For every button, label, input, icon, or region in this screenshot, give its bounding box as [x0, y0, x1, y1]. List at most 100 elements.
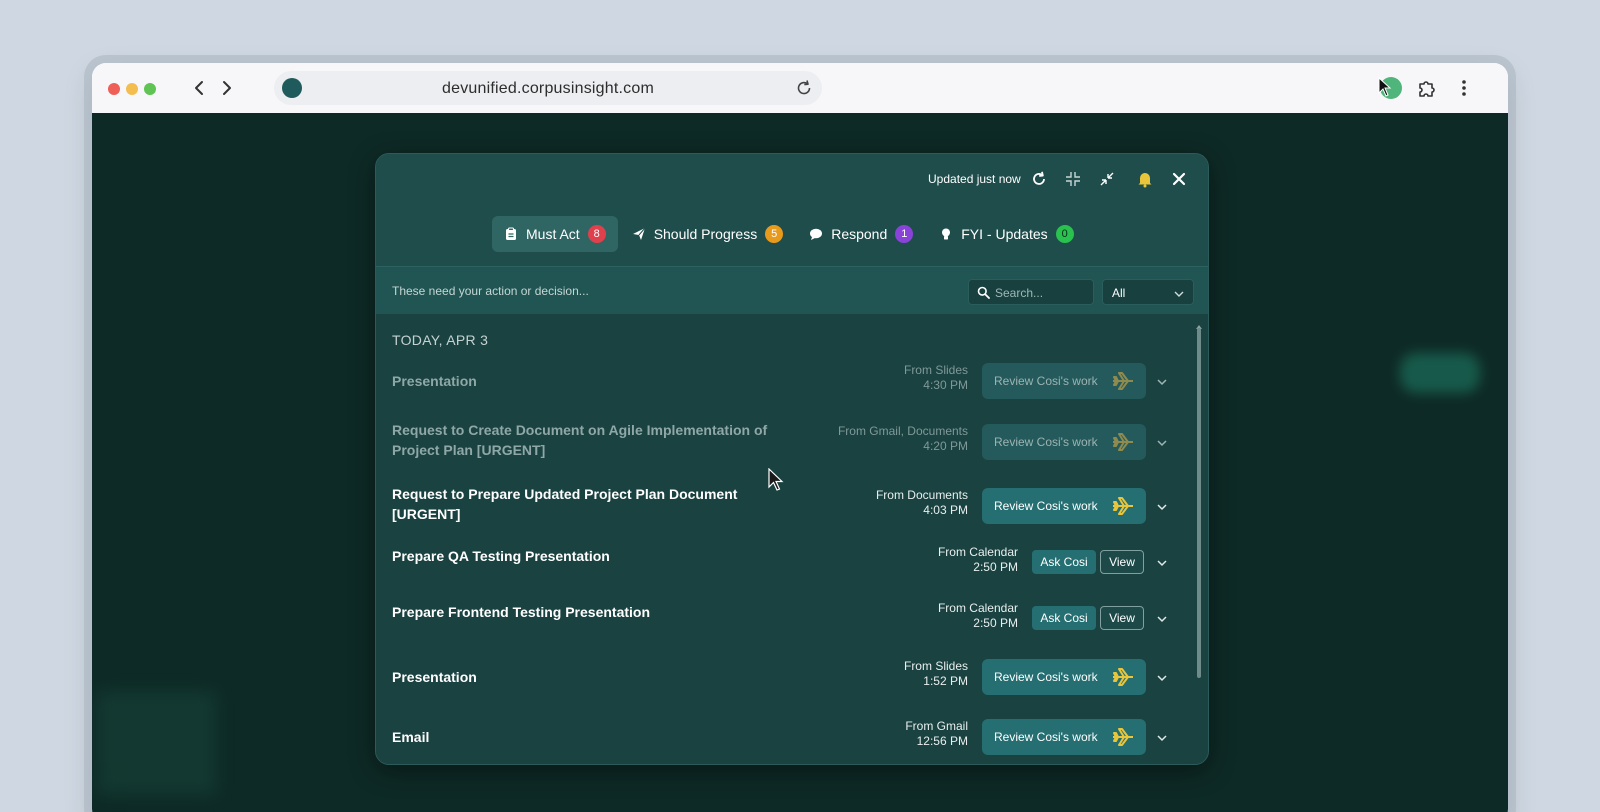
task-title: Email: [392, 729, 430, 745]
tab-label: FYI - Updates: [961, 226, 1048, 242]
chevron-down-icon[interactable]: [1156, 556, 1168, 568]
task-row[interactable]: Request to Create Document on Agile Impl…: [376, 414, 1196, 470]
category-tabs: Must Act 8 Should Progress 5 Respond 1 F…: [492, 216, 1086, 252]
task-time: 4:20 PM: [923, 439, 968, 453]
mouse-cursor-icon: [768, 467, 784, 492]
ask-cosi-button[interactable]: Ask Cosi: [1032, 606, 1096, 630]
chevron-down-icon[interactable]: [1156, 500, 1168, 512]
task-title: Request to Prepare Updated Project Plan …: [392, 486, 738, 522]
view-button[interactable]: View: [1100, 550, 1144, 574]
task-source: From Gmail: [905, 719, 968, 733]
task-meta: From Calendar 2:50 PM: [938, 601, 1018, 631]
chevron-down-icon: [1173, 287, 1185, 299]
button-label: Review Cosi's work: [994, 374, 1098, 388]
review-cosi-work-button[interactable]: Review Cosi's work: [982, 719, 1146, 755]
chevron-down-icon[interactable]: [1156, 671, 1168, 683]
scroll-up-arrow-icon[interactable]: [1196, 317, 1202, 329]
task-list[interactable]: TODAY, APR 3 Presentation From Slides 4:…: [376, 314, 1208, 764]
airplane-icon: [1112, 727, 1134, 747]
chevron-down-icon[interactable]: [1156, 731, 1168, 743]
airplane-icon: [1112, 371, 1134, 391]
search-icon: [977, 286, 990, 299]
task-row[interactable]: Presentation From Slides 4:30 PM Review …: [376, 358, 1196, 404]
airplane-icon: [1112, 496, 1134, 516]
task-row[interactable]: Email From Gmail 12:56 PM Review Cosi's …: [376, 714, 1196, 764]
task-time: 12:56 PM: [916, 734, 968, 748]
review-cosi-work-button[interactable]: Review Cosi's work: [982, 488, 1146, 524]
airplane-icon: [1112, 667, 1134, 687]
tab-label: Respond: [831, 226, 888, 242]
background-button-blurred: [1400, 353, 1480, 393]
task-source: From Calendar: [937, 545, 1018, 559]
task-row[interactable]: Presentation From Slides 1:52 PM Review …: [376, 654, 1196, 704]
task-row[interactable]: Prepare QA Testing Presentation From Cal…: [376, 540, 1196, 588]
task-title: Presentation: [392, 669, 477, 685]
review-cosi-work-button[interactable]: Review Cosi's work: [982, 659, 1146, 695]
task-meta: From Slides 4:30 PM: [904, 363, 968, 393]
browser-menu-icon[interactable]: [1452, 76, 1476, 100]
button-label: Review Cosi's work: [994, 435, 1098, 449]
paper-plane-icon: [632, 227, 646, 241]
task-title: Prepare QA Testing Presentation: [392, 548, 610, 564]
close-window-button[interactable]: [108, 83, 120, 95]
minimize-window-button[interactable]: [126, 83, 138, 95]
task-source: From Calendar: [937, 601, 1018, 615]
maximize-window-button[interactable]: [144, 83, 156, 95]
url-text[interactable]: devunified.corpusinsight.com: [274, 80, 822, 98]
compress-icon[interactable]: [1064, 170, 1082, 188]
chevron-down-icon[interactable]: [1156, 612, 1168, 624]
minimize-arrows-icon[interactable]: [1098, 170, 1116, 188]
chevron-down-icon[interactable]: [1156, 436, 1168, 448]
search-input[interactable]: [995, 284, 1087, 302]
task-title: Request to Create Document on Agile Impl…: [392, 422, 768, 458]
count-badge: 1: [895, 225, 914, 243]
address-bar[interactable]: devunified.corpusinsight.com: [274, 71, 822, 105]
task-meta: From Slides 1:52 PM: [904, 659, 968, 689]
forward-icon[interactable]: [214, 76, 238, 100]
scrollbar-thumb[interactable]: [1197, 328, 1201, 678]
page-viewport: Updated just now Must Act 8 Should Progr…: [92, 113, 1508, 812]
review-cosi-work-button[interactable]: Review Cosi's work: [982, 424, 1146, 460]
refresh-icon[interactable]: [1030, 170, 1048, 188]
browser-window: devunified.corpusinsight.com Updated jus…: [92, 63, 1508, 812]
reload-icon[interactable]: [794, 78, 814, 98]
task-meta: From Documents 4:03 PM: [876, 488, 968, 518]
task-title: Presentation: [392, 373, 477, 389]
button-label: Review Cosi's work: [994, 499, 1098, 513]
count-badge: 8: [587, 225, 606, 243]
close-icon[interactable]: [1170, 170, 1188, 188]
count-badge: 5: [765, 225, 784, 243]
task-time: 4:03 PM: [923, 503, 968, 517]
task-meta: From Calendar 2:50 PM: [938, 545, 1018, 575]
tab-respond[interactable]: Respond 1: [797, 216, 925, 252]
extensions-puzzle-icon[interactable]: [1415, 76, 1439, 100]
tab-should-progress[interactable]: Should Progress 5: [620, 216, 796, 252]
tab-label: Must Act: [526, 226, 580, 242]
chevron-down-icon[interactable]: [1156, 375, 1168, 387]
task-meta: From Gmail 12:56 PM: [905, 719, 968, 749]
button-label: Review Cosi's work: [994, 670, 1098, 684]
button-label: Review Cosi's work: [994, 730, 1098, 744]
task-row[interactable]: Prepare Frontend Testing Presentation Fr…: [376, 596, 1196, 644]
filter-select[interactable]: All: [1102, 279, 1194, 305]
search-box[interactable]: [968, 279, 1094, 305]
task-time: 4:30 PM: [923, 378, 968, 392]
tab-must-act[interactable]: Must Act 8: [492, 216, 618, 252]
task-row[interactable]: Request to Prepare Updated Project Plan …: [376, 478, 1196, 534]
tab-fyi-updates[interactable]: FYI - Updates 0: [927, 216, 1085, 252]
filter-bar: These need your action or decision... Al…: [376, 266, 1208, 314]
back-icon[interactable]: [188, 76, 212, 100]
tab-label: Should Progress: [653, 226, 758, 242]
date-heading: TODAY, APR 3: [392, 332, 489, 348]
updated-status: Updated just now: [928, 172, 1021, 186]
section-hint: These need your action or decision...: [392, 284, 589, 298]
view-button[interactable]: View: [1100, 606, 1144, 630]
lightbulb-icon: [939, 227, 953, 241]
review-cosi-work-button[interactable]: Review Cosi's work: [982, 363, 1146, 399]
task-time: 2:50 PM: [973, 616, 1018, 630]
ask-cosi-button[interactable]: Ask Cosi: [1032, 550, 1096, 574]
bell-icon[interactable]: [1136, 170, 1154, 188]
clipboard-icon: [504, 227, 518, 241]
count-badge: 0: [1055, 225, 1074, 243]
task-title: Prepare Frontend Testing Presentation: [392, 604, 651, 620]
